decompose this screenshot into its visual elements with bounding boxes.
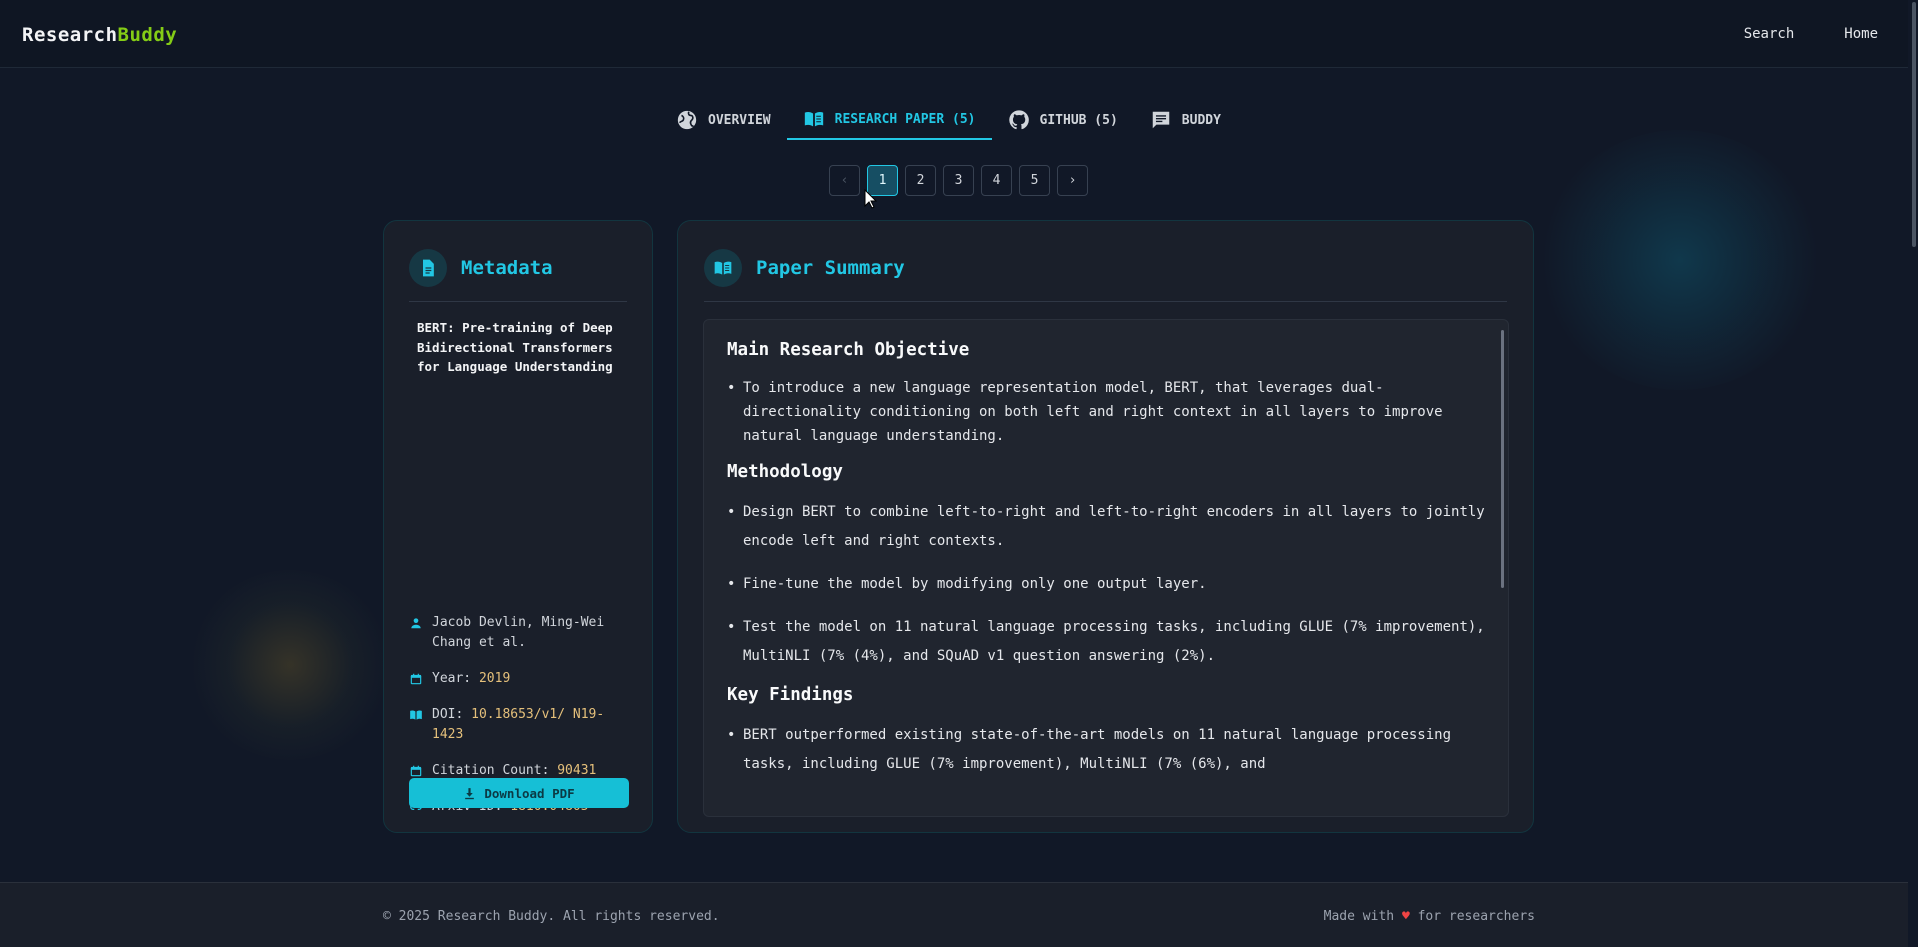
top-header: ResearchBuddy Search Home: [0, 0, 1918, 68]
tab-github[interactable]: GITHUB (5): [992, 100, 1134, 140]
download-pdf-button[interactable]: Download PDF: [409, 778, 629, 808]
metadata-card: Metadata BERT: Pre-training of Deep Bidi…: [383, 220, 653, 833]
year-label: Year:: [432, 671, 472, 686]
paper-summary-card: Paper Summary Main Research Objective To…: [677, 220, 1534, 833]
summary-scrollbar[interactable]: [1501, 330, 1504, 588]
copyright-text: © 2025 Research Buddy. All rights reserv…: [383, 909, 720, 924]
background-glow-yellow: [190, 570, 390, 760]
made-suffix: for researchers: [1417, 909, 1535, 924]
page-button-5[interactable]: 5: [1019, 165, 1050, 196]
tab-research-paper-label: RESEARCH PAPER (5): [834, 111, 976, 127]
globe-icon: [677, 110, 697, 130]
book-open-icon: [804, 111, 823, 127]
metadata-title: Metadata: [461, 257, 553, 279]
brand-logo[interactable]: ResearchBuddy: [22, 24, 177, 46]
page-button-3[interactable]: 3: [943, 165, 974, 196]
next-page-button[interactable]: ›: [1057, 165, 1088, 196]
section-heading: Methodology: [727, 462, 843, 482]
nav-search-link[interactable]: Search: [1744, 26, 1795, 42]
citation-value: 90431: [557, 763, 597, 778]
chat-icon: [1152, 111, 1170, 129]
footer: © 2025 Research Buddy. All rights reserv…: [0, 882, 1918, 947]
section-heading: Key Findings: [727, 685, 854, 705]
bullet-item: BERT outperformed existing state-of-the-…: [727, 721, 1487, 779]
doi-label: DOI:: [432, 707, 464, 722]
section-heading: Main Research Objective: [727, 340, 970, 360]
person-icon: [411, 618, 421, 629]
download-icon: [465, 787, 475, 799]
github-icon: [1008, 110, 1029, 130]
bullet-item: To introduce a new language representati…: [727, 376, 1487, 448]
bullet-item: Fine-tune the model by modifying only on…: [727, 572, 1487, 596]
document-icon: [409, 249, 447, 287]
authors-text: Jacob Devlin, Ming-Wei Chang et al.: [432, 615, 605, 650]
tab-overview[interactable]: OVERVIEW: [660, 100, 787, 140]
summary-content-scroll[interactable]: Main Research Objective To introduce a n…: [703, 319, 1509, 817]
summary-title: Paper Summary: [756, 257, 905, 279]
tab-github-label: GITHUB (5): [1039, 112, 1118, 128]
brand-part-research: Research: [22, 24, 118, 46]
page-scrollbar[interactable]: [1908, 0, 1918, 947]
tab-overview-label: OVERVIEW: [708, 112, 771, 128]
calendar-icon: [410, 673, 422, 685]
metadata-header: Metadata: [409, 249, 553, 287]
paper-title: BERT: Pre-training of Deep Bidirectional…: [417, 320, 613, 374]
doi-row: DOI: 10.18653/v1/ N19-1423: [409, 705, 629, 744]
prev-page-button[interactable]: ‹: [829, 165, 860, 196]
page-button-4[interactable]: 4: [981, 165, 1012, 196]
calendar-icon: [410, 765, 422, 777]
citation-label: Citation Count:: [432, 763, 550, 778]
year-value: 2019: [478, 671, 511, 686]
divider: [704, 301, 1507, 302]
book-icon: [410, 710, 422, 720]
book-open-icon: [704, 249, 742, 287]
authors-row: Jacob Devlin, Ming-Wei Chang et al.: [409, 613, 629, 652]
bullet-item: Design BERT to combine left-to-right and…: [727, 498, 1487, 556]
divider: [409, 301, 627, 302]
made-with-text: Made with ♥ for researchers: [1324, 909, 1535, 924]
page-button-2[interactable]: 2: [905, 165, 936, 196]
summary-content: Main Research Objective To introduce a n…: [727, 340, 1487, 779]
tab-buddy[interactable]: BUDDY: [1134, 100, 1237, 140]
brand-part-buddy: Buddy: [117, 24, 178, 46]
tab-research-paper[interactable]: RESEARCH PAPER (5): [786, 100, 992, 140]
tab-buddy-label: BUDDY: [1181, 112, 1221, 128]
summary-header: Paper Summary: [704, 249, 905, 287]
heart-icon: ♥: [1401, 909, 1410, 924]
nav-home-link[interactable]: Home: [1844, 26, 1878, 42]
download-pdf-label: Download PDF: [484, 785, 575, 801]
top-nav: Search Home: [1744, 26, 1878, 42]
page-scrollbar-thumb[interactable]: [1912, 2, 1916, 247]
made-prefix: Made with: [1323, 909, 1395, 924]
background-glow-blue: [1540, 130, 1820, 390]
tab-bar: OVERVIEW RESEARCH PAPER (5) GITHUB (5) B…: [660, 100, 1237, 140]
year-row: Year: 2019: [409, 669, 629, 689]
mouse-cursor-icon: [864, 189, 878, 209]
bullet-item: Test the model on 11 natural language pr…: [727, 613, 1487, 671]
